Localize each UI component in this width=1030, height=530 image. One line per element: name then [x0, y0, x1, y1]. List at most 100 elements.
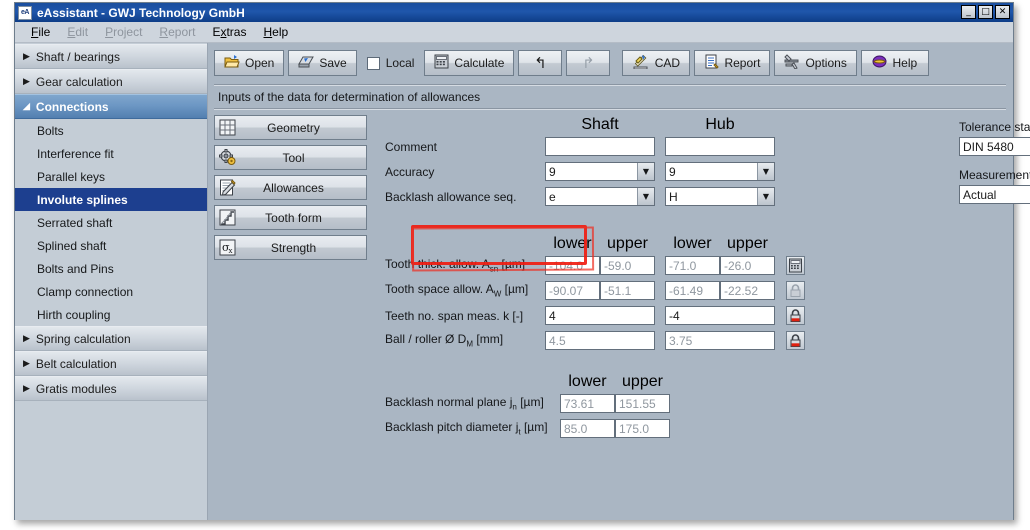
open-button[interactable]: Open [214, 50, 284, 76]
hub-input[interactable]: -4 [665, 306, 775, 325]
sidebar-item-involute-splines[interactable]: Involute splines [15, 188, 207, 211]
menu-project[interactable]: Project [99, 23, 153, 41]
save-button[interactable]: Save [288, 50, 356, 76]
table-row: Teeth no. span meas. k [-]4-4 [385, 303, 1006, 328]
window-title: eAssistant - GWJ Technology GmbH [37, 6, 245, 20]
help-book-icon [872, 54, 887, 72]
undo-button[interactable]: ↰ [518, 50, 562, 76]
tolerance-standard-value: DIN 5480 [960, 139, 1030, 155]
maximize-button[interactable]: □ [978, 5, 993, 19]
sidebar-item-parallel-keys[interactable]: Parallel keys [15, 165, 207, 188]
triangle-down-icon: ◢ [23, 102, 30, 111]
sidebar-group-label: Gratis modules [36, 382, 117, 396]
lock-closed-icon[interactable] [786, 306, 805, 325]
local-checkbox-box[interactable] [367, 57, 380, 70]
triangle-right-icon: ▶ [23, 334, 30, 343]
main-panel: Open Save Local Calculate [208, 43, 1013, 520]
sidebar-item-hirth-coupling[interactable]: Hirth coupling [15, 303, 207, 326]
sidebar-group-belt-calculation[interactable]: ▶Belt calculation [15, 351, 207, 376]
calculator-icon[interactable] [786, 256, 805, 275]
backlash-seq-hub-select[interactable]: H ▼ [665, 187, 775, 206]
sidebar-item-label: Splined shaft [37, 239, 106, 253]
menu-file[interactable]: File [25, 23, 61, 41]
sidebar-group-label: Belt calculation [36, 357, 117, 371]
sidebar-item-bolts-and-pins[interactable]: Bolts and Pins [15, 257, 207, 280]
app-icon: eA [18, 6, 32, 20]
triangle-right-icon: ▶ [23, 384, 30, 393]
calculate-button[interactable]: Calculate [424, 50, 514, 76]
sidebar-item-serrated-shaft[interactable]: Serrated shaft [15, 211, 207, 234]
options-button[interactable]: Options [774, 50, 856, 76]
sidebar-group-shaft-bearings[interactable]: ▶Shaft / bearings [15, 44, 207, 69]
shaft-lower-input[interactable]: -90.07 [545, 281, 600, 300]
table-row: Tooth space allow. AW [µm]-90.07-51.1-61… [385, 278, 1006, 303]
sidebar-item-interference-fit[interactable]: Interference fit [15, 142, 207, 165]
backlash-seq-shaft-select[interactable]: e ▼ [545, 187, 655, 206]
sidebar-group-gear-calculation[interactable]: ▶Gear calculation [15, 69, 207, 94]
hub-lower-input[interactable]: -61.49 [665, 281, 720, 300]
tab-allowances[interactable]: Allowances [214, 175, 367, 200]
tab-strip: Geometry Tool Allowances Tooth form σxStreng… [214, 114, 367, 441]
sidebar-item-splined-shaft[interactable]: Splined shaft [15, 234, 207, 257]
shaft-lower-input[interactable]: -104.0 [545, 256, 600, 275]
svg-text:x: x [229, 247, 233, 255]
sidebar-item-clamp-connection[interactable]: Clamp connection [15, 280, 207, 303]
menu-report[interactable]: Report [153, 23, 206, 41]
tab-geometry[interactable]: Geometry [214, 115, 367, 140]
local-checkbox[interactable]: Local [367, 56, 415, 70]
shaft-upper-input[interactable]: -59.0 [600, 256, 655, 275]
chevron-down-icon[interactable]: ▼ [757, 188, 774, 205]
tab-strength[interactable]: σxStrength [214, 235, 367, 260]
measurement-method-select[interactable]: Actual ▼ [959, 185, 1030, 204]
hub-upper-input[interactable]: -22.52 [720, 281, 775, 300]
redo-button[interactable]: ↱ [566, 50, 610, 76]
lock-closed-icon[interactable] [786, 331, 805, 350]
help-button[interactable]: Help [861, 50, 929, 76]
report-button-label: Report [724, 56, 760, 70]
sidebar-group-label: Spring calculation [36, 332, 131, 346]
close-button[interactable]: ✕ [995, 5, 1010, 19]
shaft-upper-input[interactable]: -51.1 [600, 281, 655, 300]
shaft-input[interactable]: 4 [545, 306, 655, 325]
help-button-label: Help [892, 56, 917, 70]
calculate-button-label: Calculate [454, 56, 504, 70]
sidebar-group-label: Connections [36, 100, 109, 114]
chevron-down-icon[interactable]: ▼ [637, 188, 654, 205]
menu-edit[interactable]: Edit [61, 23, 99, 41]
report-button[interactable]: Report [694, 50, 770, 76]
cad-button[interactable]: CAD [622, 50, 690, 76]
sidebar-group-spring-calculation[interactable]: ▶ Spring calculation [15, 326, 207, 351]
label-tolerance-standard: Tolerance standard: [959, 120, 1030, 134]
sidebar-group-gratis-modules[interactable]: ▶ Gratis modules [15, 376, 207, 401]
minimize-button[interactable]: _ [961, 5, 976, 19]
open-button-label: Open [245, 56, 274, 70]
allowances-form: Shaft Hub Comment Accuracy [367, 114, 1006, 441]
menu-extras[interactable]: Extras [206, 23, 257, 41]
backlash-rows: Backlash normal plane jn [µm]73.61151.55… [385, 391, 1006, 441]
hub-upper-input[interactable]: -26.0 [720, 256, 775, 275]
menu-help[interactable]: Help [257, 23, 299, 41]
lock-open-icon[interactable] [786, 281, 805, 300]
sidebar-item-bolts[interactable]: Bolts [15, 119, 207, 142]
accuracy-hub-select[interactable]: 9 ▼ [665, 162, 775, 181]
grid-icon [218, 118, 237, 137]
backlash-col-upper: upper [615, 373, 670, 391]
tab-tool[interactable]: Tool [214, 145, 367, 170]
shaft-input[interactable]: 4.5 [545, 331, 655, 350]
accuracy-shaft-select[interactable]: 9 ▼ [545, 162, 655, 181]
gears-icon [218, 148, 237, 167]
row-accuracy: Accuracy 9 ▼ 9 ▼ [385, 159, 1006, 184]
tolerance-standard-select[interactable]: DIN 5480 ▼ [959, 137, 1030, 156]
accuracy-shaft-value: 9 [546, 164, 637, 180]
comment-hub-input[interactable] [665, 137, 775, 156]
chevron-down-icon[interactable]: ▼ [757, 163, 774, 180]
tab-tooth-form[interactable]: Tooth form [214, 205, 367, 230]
comment-shaft-input[interactable] [545, 137, 655, 156]
sidebar-group-connections[interactable]: ◢ Connections [15, 94, 207, 119]
table-row: Backlash pitch diameter jt [µm]85.0175.0 [385, 416, 1006, 441]
hub-lower-input[interactable]: -71.0 [665, 256, 720, 275]
sigma-x-icon: σx [218, 238, 237, 257]
chevron-down-icon[interactable]: ▼ [637, 163, 654, 180]
hub-input[interactable]: 3.75 [665, 331, 775, 350]
column-header-hub: Hub [665, 116, 775, 134]
